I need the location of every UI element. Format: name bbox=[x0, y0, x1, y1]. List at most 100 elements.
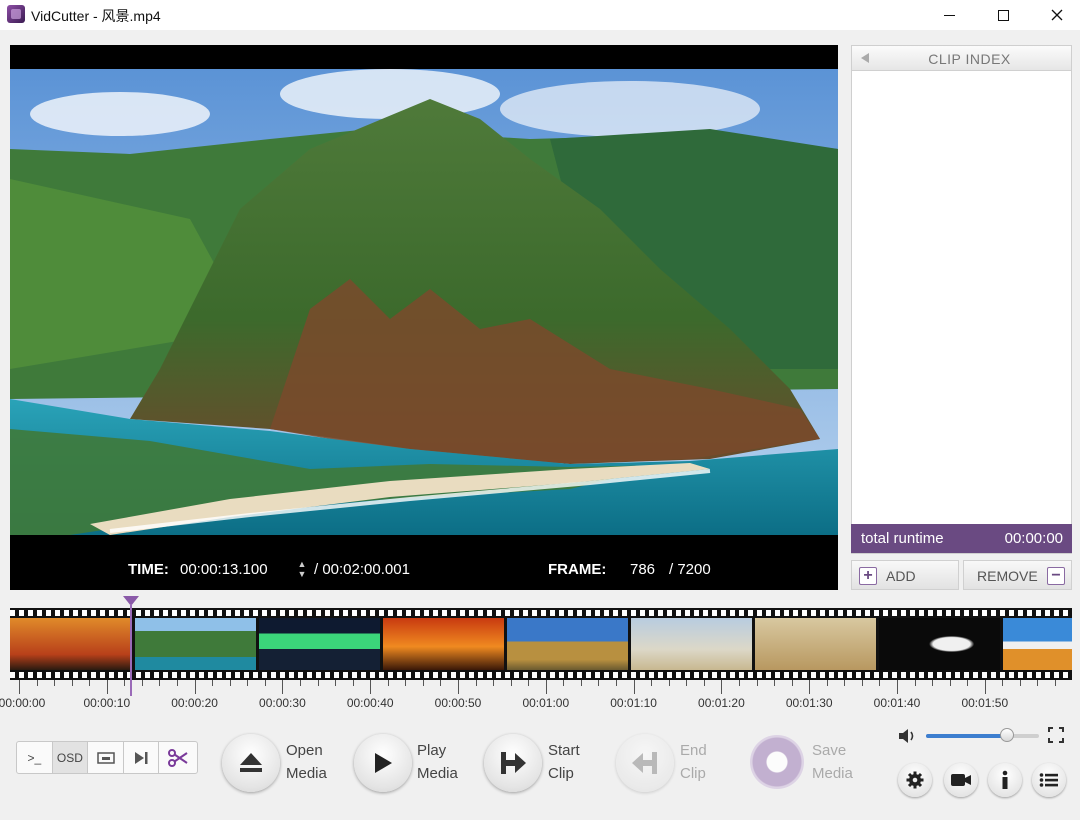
play-media-button[interactable] bbox=[354, 734, 412, 792]
add-clip-button[interactable]: + ADD bbox=[851, 560, 959, 590]
close-icon bbox=[1051, 9, 1063, 21]
settings-button[interactable] bbox=[898, 763, 932, 797]
ruler-major-tick bbox=[984, 680, 986, 694]
save-media-label[interactable]: Save Media bbox=[812, 739, 853, 785]
ruler-major-tick bbox=[19, 680, 20, 694]
ruler-minor-tick bbox=[299, 680, 301, 686]
ruler-minor-tick bbox=[493, 680, 495, 686]
ruler-minor-tick bbox=[212, 680, 214, 686]
ruler-minor-tick bbox=[616, 680, 618, 686]
start-clip-button[interactable] bbox=[484, 734, 542, 792]
end-clip-icon bbox=[632, 752, 657, 774]
ruler-minor-tick bbox=[317, 680, 319, 686]
ruler-minor-tick bbox=[774, 680, 776, 686]
ruler-minor-tick bbox=[563, 680, 565, 686]
ruler-minor-tick bbox=[177, 680, 179, 686]
volume-slider[interactable] bbox=[926, 728, 1039, 742]
smart-cut-button[interactable] bbox=[159, 742, 197, 773]
ruler-minor-tick bbox=[405, 680, 407, 686]
clip-index-panel: CLIP INDEX bbox=[851, 45, 1072, 554]
volume-slider-handle[interactable] bbox=[1000, 728, 1015, 742]
end-clip-label[interactable]: End Clip bbox=[680, 739, 707, 785]
list-menu-icon bbox=[1039, 773, 1058, 787]
remove-clip-label: REMOVE bbox=[977, 568, 1038, 584]
ruler-minor-tick bbox=[580, 680, 582, 686]
timeline-thumbnail bbox=[135, 618, 256, 670]
video-landscape-image bbox=[10, 69, 838, 535]
fullscreen-icon[interactable] bbox=[1047, 726, 1065, 744]
video-camera-icon bbox=[951, 774, 971, 786]
minimize-button[interactable] bbox=[926, 0, 972, 30]
ruler-minor-tick bbox=[686, 680, 688, 686]
ruler-minor-tick bbox=[756, 680, 758, 686]
save-media-button[interactable] bbox=[750, 735, 804, 789]
volume-icon[interactable] bbox=[897, 727, 917, 745]
media-info-button[interactable] bbox=[944, 763, 978, 797]
menu-button[interactable] bbox=[1032, 763, 1066, 797]
title-bar: VidCutter - 风景.mp4 bbox=[0, 0, 1080, 30]
ruler-minor-tick bbox=[440, 680, 442, 686]
ruler-minor-tick bbox=[932, 680, 934, 686]
timeline-ruler: 00:00:00 00:00:10 00:00:20 00:00:30 00:00:40… bbox=[0, 680, 1072, 720]
maximize-button[interactable] bbox=[980, 0, 1026, 30]
video-player[interactable]: TIME: 00:00:13.100 ▲ ▼ / 00:02:00.001 FRA… bbox=[10, 45, 838, 590]
video-osd: TIME: 00:00:13.100 ▲ ▼ / 00:02:00.001 FRA… bbox=[10, 559, 838, 581]
ruler-minor-tick bbox=[89, 680, 91, 686]
film-perforation-bottom bbox=[10, 672, 1072, 678]
subtitle-toggle-button[interactable] bbox=[88, 742, 124, 773]
time-spinner-icon[interactable]: ▲ ▼ bbox=[297, 559, 307, 581]
ruler-minor-tick bbox=[703, 680, 705, 686]
skip-frame-button[interactable] bbox=[124, 742, 160, 773]
ruler-minor-tick bbox=[387, 680, 389, 686]
eject-icon bbox=[240, 753, 262, 772]
ruler-major-tick bbox=[282, 680, 284, 694]
ruler-minor-tick bbox=[1002, 680, 1004, 686]
time-current: 00:00:13.100 bbox=[180, 561, 268, 578]
skip-forward-icon bbox=[135, 751, 148, 764]
video-frame[interactable] bbox=[10, 69, 838, 535]
ruler-major-tick bbox=[897, 680, 898, 694]
ruler-minor-tick bbox=[1019, 680, 1021, 686]
ruler-tick-label: 00:01:40 bbox=[873, 696, 921, 710]
end-clip-button[interactable] bbox=[616, 734, 674, 792]
ruler-minor-tick bbox=[1037, 680, 1039, 686]
ruler-major-tick bbox=[809, 680, 811, 694]
ruler-tick-label: 00:00:10 bbox=[83, 696, 131, 710]
timeline-thumbnail bbox=[755, 618, 876, 670]
ruler-minor-tick bbox=[791, 680, 793, 686]
timeline-thumbnail bbox=[507, 618, 628, 670]
minimize-icon bbox=[943, 14, 955, 16]
timeline-filmstrip[interactable] bbox=[10, 608, 1072, 680]
start-clip-label[interactable]: Start Clip bbox=[548, 739, 580, 785]
tool-button-group: >_ OSD bbox=[16, 741, 198, 774]
runtime-value: 00:00:00 bbox=[1004, 530, 1063, 547]
ruler-minor-tick bbox=[510, 680, 512, 686]
remove-clip-button[interactable]: REMOVE − bbox=[963, 560, 1072, 590]
ruler-tick-label: 00:00:30 bbox=[259, 696, 306, 710]
ruler-minor-tick bbox=[264, 680, 266, 686]
ruler-major-tick bbox=[545, 680, 547, 694]
ruler-major-tick bbox=[458, 680, 459, 694]
ruler-minor-tick bbox=[352, 680, 354, 686]
open-media-button[interactable] bbox=[222, 734, 280, 792]
ruler-major-tick bbox=[194, 680, 196, 694]
ruler-tick-label: 00:01:30 bbox=[785, 696, 833, 710]
window-title: VidCutter - 风景.mp4 bbox=[31, 8, 161, 24]
clip-index-title: CLIP INDEX bbox=[928, 51, 1011, 67]
ruler-minor-tick bbox=[422, 680, 424, 686]
ruler-minor-tick bbox=[967, 680, 969, 686]
osd-label: OSD bbox=[56, 750, 83, 765]
ruler-minor-tick bbox=[879, 680, 881, 686]
close-button[interactable] bbox=[1034, 0, 1080, 30]
ruler-minor-tick bbox=[738, 680, 740, 686]
clip-index-header[interactable]: CLIP INDEX bbox=[852, 46, 1071, 71]
total-runtime-bar: total runtime 00:00:00 bbox=[851, 524, 1072, 553]
about-button[interactable] bbox=[988, 763, 1022, 797]
play-media-label[interactable]: Play Media bbox=[417, 739, 458, 785]
ruler-major-tick bbox=[370, 680, 372, 694]
open-media-label[interactable]: Open Media bbox=[286, 739, 327, 785]
console-button[interactable]: >_ bbox=[17, 742, 53, 773]
timeline-thumbnail bbox=[631, 618, 752, 670]
time-label: TIME: bbox=[128, 561, 169, 578]
osd-toggle-button[interactable]: OSD bbox=[52, 742, 89, 773]
